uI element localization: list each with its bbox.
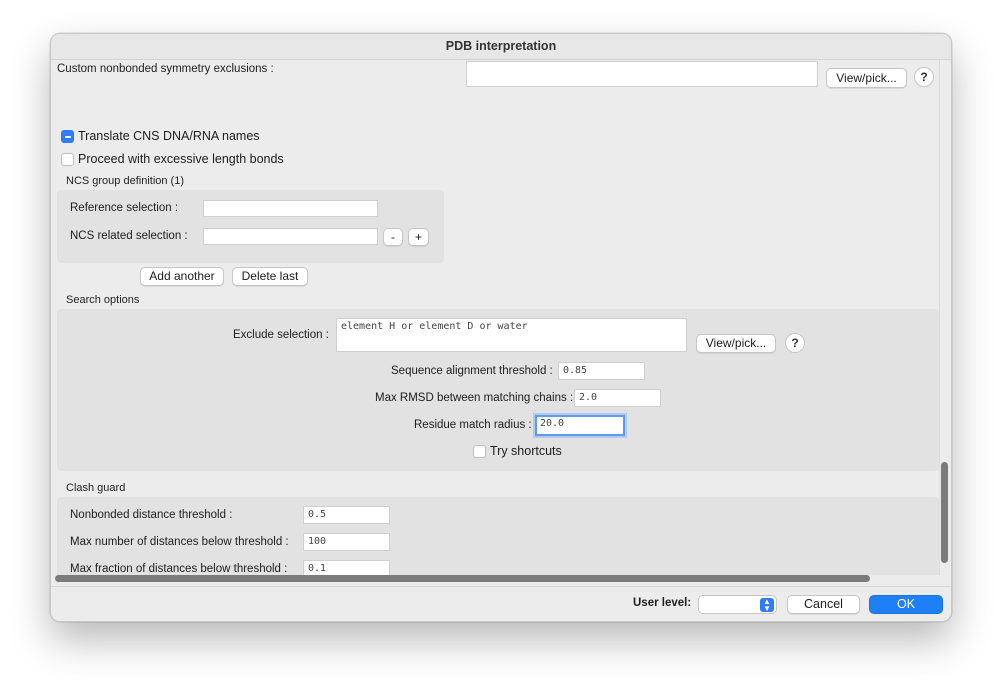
- search-options-header: Search options: [66, 294, 140, 306]
- excessive-bonds-checkbox[interactable]: [61, 153, 74, 166]
- translate-cns-label: Translate CNS DNA/RNA names: [78, 129, 260, 143]
- nonbonded-threshold-field[interactable]: 0.5: [303, 506, 390, 524]
- max-fraction-field[interactable]: 0.1: [303, 560, 390, 575]
- symmetry-exclusions-field[interactable]: [466, 61, 818, 87]
- exclude-selection-label: Exclude selection :: [233, 329, 329, 341]
- try-shortcuts-checkbox[interactable]: [473, 445, 486, 458]
- residue-match-radius-label: Residue match radius :: [414, 419, 532, 431]
- delete-last-button[interactable]: Delete last: [232, 267, 308, 286]
- ncs-reference-field[interactable]: [203, 200, 378, 217]
- clash-guard-header: Clash guard: [66, 482, 126, 494]
- pdb-interpretation-window: PDB interpretation Custom nonbonded symm…: [50, 33, 952, 622]
- ncs-related-field[interactable]: [203, 228, 378, 245]
- nonbonded-threshold-label: Nonbonded distance threshold :: [70, 509, 233, 521]
- symmetry-view-pick-button[interactable]: View/pick...: [826, 68, 907, 88]
- sequence-alignment-field[interactable]: 0.85: [558, 362, 645, 380]
- excessive-bonds-label: Proceed with excessive length bonds: [78, 152, 284, 166]
- symmetry-help-icon[interactable]: ?: [914, 67, 934, 87]
- translate-cns-checkbox[interactable]: [61, 130, 74, 143]
- max-rmsd-label: Max RMSD between matching chains :: [375, 392, 574, 404]
- sequence-alignment-label: Sequence alignment threshold :: [391, 365, 553, 377]
- max-number-field[interactable]: 100: [303, 533, 390, 551]
- ncs-add-button[interactable]: +: [408, 228, 429, 246]
- horizontal-scrollbar-thumb[interactable]: [55, 575, 870, 582]
- scroll-content[interactable]: Custom nonbonded symmetry exclusions : V…: [51, 60, 939, 575]
- ncs-reference-label: Reference selection :: [70, 202, 179, 214]
- user-level-label: User level:: [633, 597, 692, 609]
- max-number-label: Max number of distances below threshold …: [70, 536, 289, 548]
- vertical-scrollbar-thumb[interactable]: [941, 462, 948, 563]
- add-another-button[interactable]: Add another: [140, 267, 224, 286]
- exclude-selection-field[interactable]: element H or element D or water: [336, 318, 687, 352]
- exclude-help-icon[interactable]: ?: [785, 333, 805, 353]
- ok-button[interactable]: OK: [869, 595, 943, 614]
- residue-match-radius-field[interactable]: 20.0: [535, 415, 625, 436]
- dialog-footer: User level: ▲ ▼ Cancel OK: [51, 586, 951, 621]
- user-level-select[interactable]: ▲ ▼: [698, 595, 777, 614]
- max-rmsd-field[interactable]: 2.0: [574, 389, 661, 407]
- max-fraction-label: Max fraction of distances below threshol…: [70, 563, 288, 575]
- ncs-group-header: NCS group definition (1): [66, 175, 185, 187]
- ncs-remove-button[interactable]: -: [383, 228, 403, 246]
- ncs-related-label: NCS related selection :: [70, 230, 188, 242]
- select-arrows-icon: ▲ ▼: [760, 598, 774, 613]
- exclude-view-pick-button[interactable]: View/pick...: [696, 334, 776, 353]
- symmetry-exclusions-label: Custom nonbonded symmetry exclusions :: [57, 63, 274, 75]
- try-shortcuts-label: Try shortcuts: [490, 444, 562, 458]
- window-title: PDB interpretation: [51, 34, 951, 60]
- cancel-button[interactable]: Cancel: [787, 595, 860, 614]
